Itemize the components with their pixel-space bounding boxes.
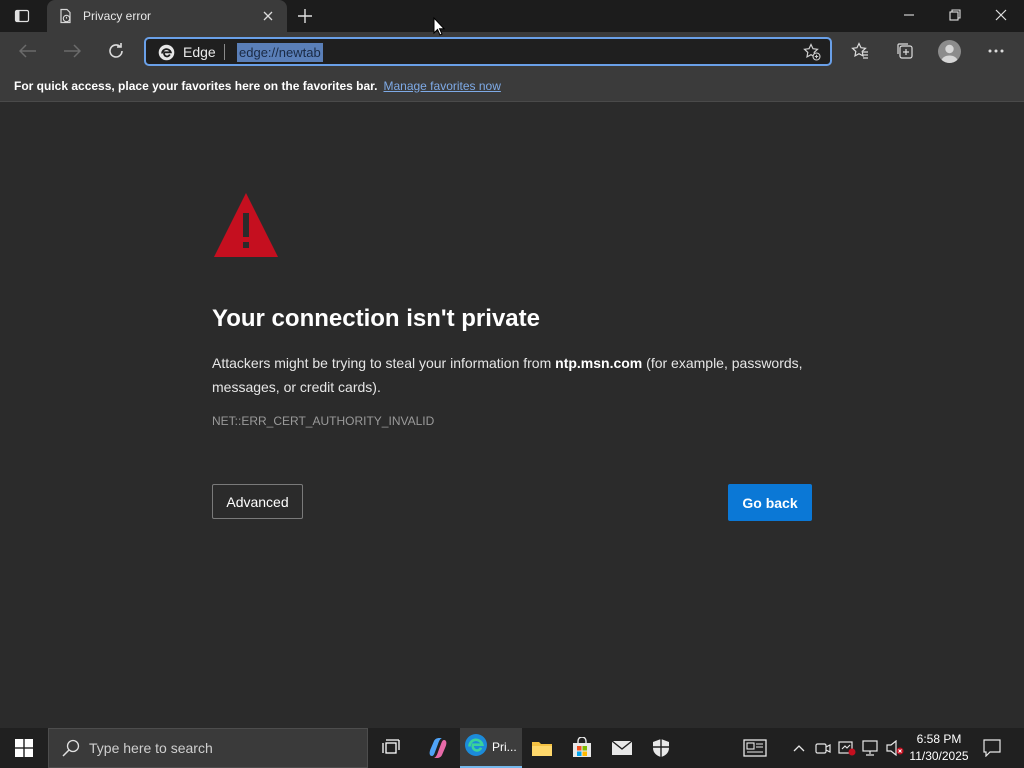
favorites-bar: For quick access, place your favorites h… [0,70,1024,102]
edge-logo-icon [158,44,175,61]
taskbar-clock[interactable]: 6:58 PM 11/30/2025 [906,731,972,765]
error-description: Attackers might be trying to steal your … [212,351,822,399]
close-tab-icon[interactable] [259,7,277,25]
desc-text-before: Attackers might be trying to steal your … [212,355,556,371]
favorites-bar-message: For quick access, place your favorites h… [14,78,378,93]
mail-icon[interactable] [602,728,642,768]
forward-arrow-icon[interactable] [57,36,87,66]
taskbar-edge-app[interactable]: Pri... [460,728,522,768]
profile-avatar-icon[interactable] [938,40,961,63]
title-bar: Privacy error [0,0,1024,32]
file-explorer-icon[interactable] [522,728,562,768]
close-window-icon[interactable] [978,0,1024,30]
news-widget-icon[interactable] [740,728,770,768]
clock-date: 11/30/2025 [909,749,969,763]
favorites-icon[interactable] [845,36,875,66]
advanced-button[interactable]: Advanced [212,484,303,519]
clock-time: 6:58 PM [916,732,962,746]
taskbar-search-box[interactable]: Type here to search [48,728,368,768]
tab-actions-icon[interactable] [12,7,32,25]
error-code[interactable]: NET::ERR_CERT_AUTHORITY_INVALID [212,414,434,428]
update-alert-icon[interactable] [836,728,858,768]
microsoft-store-icon[interactable] [562,728,602,768]
show-hidden-icons-chevron-up-icon[interactable] [789,728,809,768]
manage-favorites-link[interactable]: Manage favorites now [383,79,500,93]
page-warning-icon [57,8,73,24]
task-view-icon[interactable] [372,728,412,768]
volume-muted-icon[interactable] [884,728,906,768]
copilot-icon[interactable] [418,728,458,768]
meet-now-icon[interactable] [813,728,833,768]
restore-icon[interactable] [932,0,978,30]
address-bar[interactable]: Edge edge://newtab [144,37,832,66]
url-text[interactable]: edge://newtab [237,43,323,62]
tab-title: Privacy error [83,9,152,23]
site-identity-label[interactable]: Edge [183,44,216,60]
new-tab-icon[interactable] [294,5,316,27]
address-separator [224,44,225,60]
add-favorite-icon[interactable] [802,43,822,61]
search-placeholder: Type here to search [89,740,213,756]
mouse-cursor-icon [433,16,446,41]
minimize-icon[interactable] [886,0,932,30]
tab-privacy-error[interactable]: Privacy error [47,0,287,32]
refresh-icon[interactable] [101,36,131,66]
go-back-button[interactable]: Go back [728,484,812,521]
error-page: Your connection isn't private Attackers … [0,103,1024,728]
windows-start-icon[interactable] [0,728,48,768]
error-heading: Your connection isn't private [212,305,540,332]
collections-icon[interactable] [890,36,920,66]
network-icon[interactable] [860,728,882,768]
more-menu-icon[interactable] [981,36,1011,66]
edge-app-icon [464,733,488,762]
search-icon [61,738,81,758]
error-host: ntp.msn.com [555,355,643,371]
security-shield-icon[interactable] [641,728,681,768]
notifications-icon[interactable] [980,728,1004,768]
back-arrow-icon[interactable] [13,36,43,66]
taskbar: Type here to search Pri... 6:58 PM 11/30… [0,728,1024,768]
warning-triangle-icon [212,191,280,264]
edge-app-label: Pri... [492,740,517,754]
